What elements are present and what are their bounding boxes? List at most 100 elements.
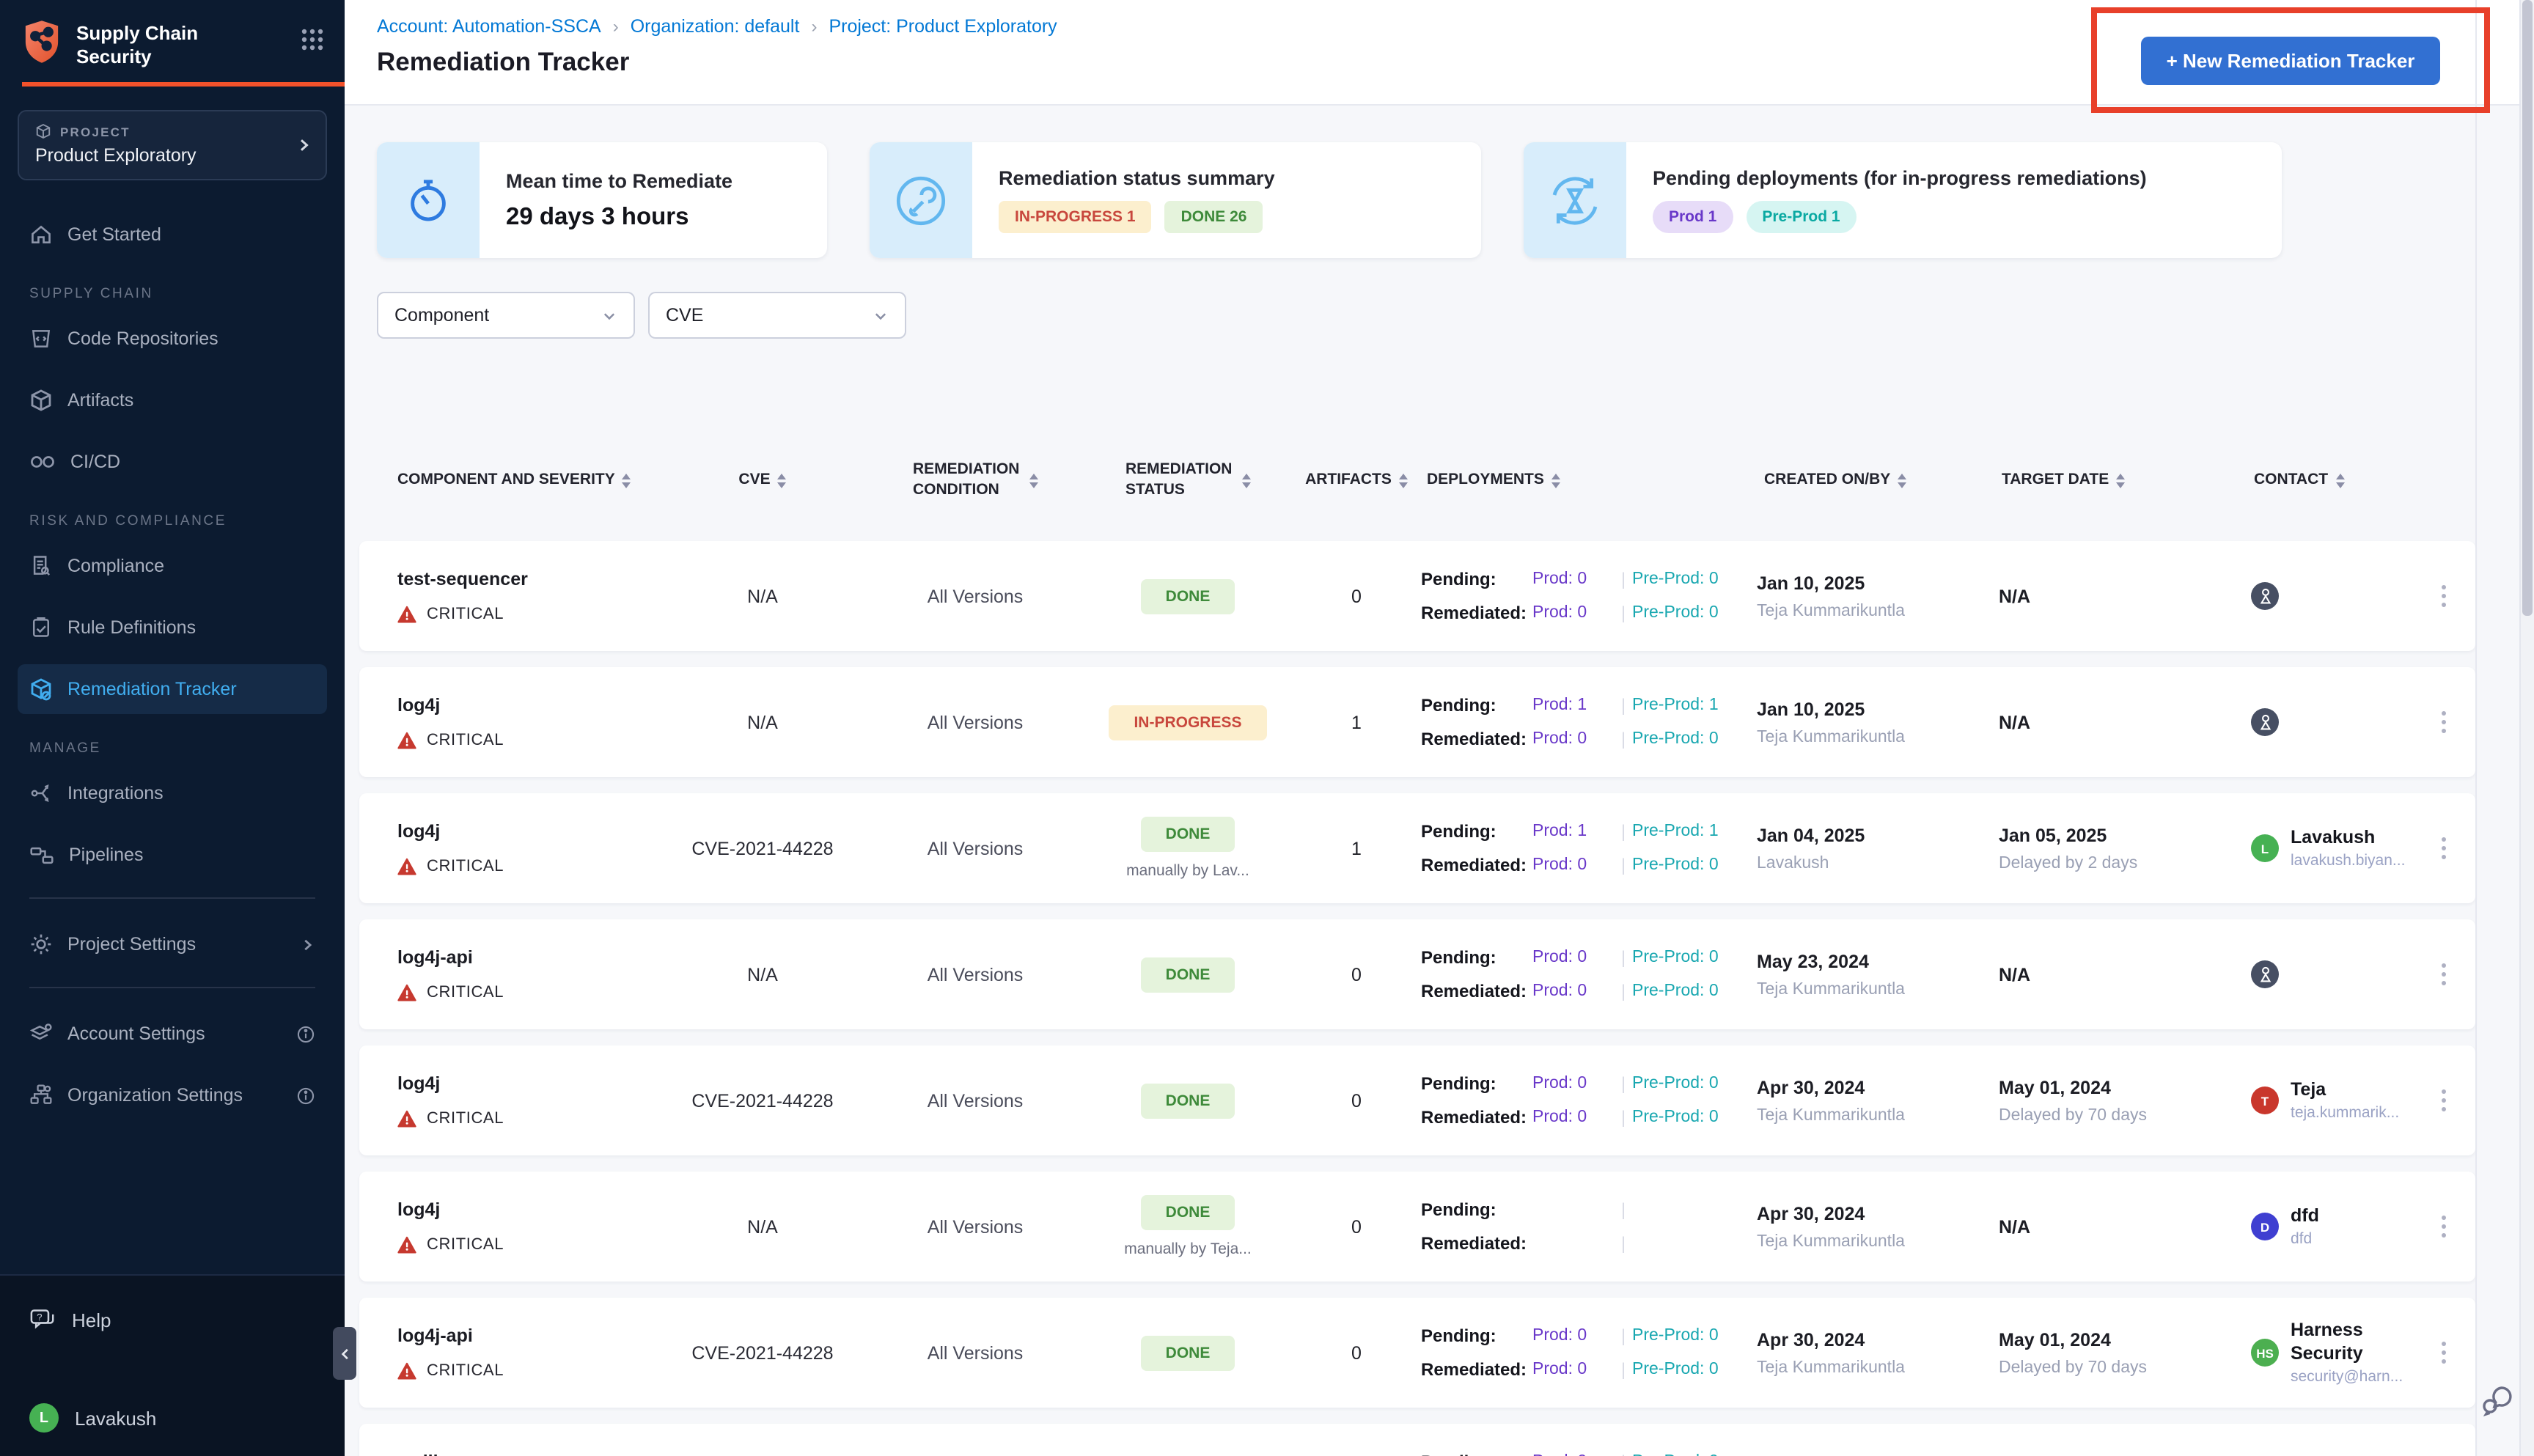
remediated-deployments: Remediated: Prod: 0 | Pre-Prod: 0	[1421, 1359, 1738, 1380]
created-date: Jan 04, 2025	[1757, 825, 1865, 845]
column-header-target-date[interactable]: TARGET DATE	[1987, 471, 2236, 490]
table-row[interactable]: xz-libs DONE Pending: Prod: 0 | Pre-Prod…	[359, 1424, 2475, 1456]
contact-cell	[2236, 960, 2412, 988]
chat-bubbles-icon[interactable]	[2480, 1383, 2515, 1418]
sidebar-item-project-settings[interactable]: Project Settings	[18, 919, 327, 969]
table-row[interactable]: log4j CRITICAL N/A All Versions DONE man…	[359, 1172, 2475, 1282]
sidebar-item-code-repositories[interactable]: Code Repositories	[18, 314, 327, 364]
sidebar-item-compliance[interactable]: Compliance	[18, 541, 327, 591]
artifacts-cell: 0	[1351, 1342, 1362, 1363]
component-name: test-sequencer	[397, 569, 528, 589]
preprod-count: Pre-Prod: 1	[1632, 823, 1719, 840]
table-row[interactable]: log4j-api CRITICAL N/A All Versions DONE…	[359, 919, 2475, 1029]
column-header-cve[interactable]: CVE	[653, 471, 873, 490]
contact-name: Lavakush	[2291, 826, 2376, 848]
chevron-down-icon	[873, 307, 889, 323]
remediation-condition-cell: All Versions	[927, 838, 1024, 858]
kebab-menu-icon[interactable]	[2436, 1206, 2453, 1248]
sidebar-item-rule-definitions[interactable]: Rule Definitions	[18, 603, 327, 652]
cube-icon	[35, 123, 51, 139]
preprod-count: Pre-Prod: 0	[1632, 1075, 1719, 1092]
severity: CRITICAL	[397, 732, 653, 749]
user-menu[interactable]: L Lavakush	[29, 1403, 315, 1433]
breadcrumb-project[interactable]: Project: Product Exploratory	[829, 16, 1057, 37]
sidebar-item-pipelines[interactable]: Pipelines	[18, 830, 327, 880]
remediation-condition-cell: All Versions	[927, 1090, 1024, 1111]
project-selector[interactable]: PROJECT Product Exploratory	[18, 110, 327, 181]
sidebar-item-remediation-tracker[interactable]: Remediation Tracker	[18, 664, 327, 715]
status-badge: IN-PROGRESS	[1109, 705, 1267, 740]
sidebar-item-cicd[interactable]: CI/CD	[18, 437, 327, 487]
deployments-cell: Pending: Prod: 1 | Pre-Prod: 1 Remediate…	[1415, 821, 1738, 875]
user-avatar: L	[29, 1403, 59, 1433]
kebab-menu-icon[interactable]	[2436, 576, 2453, 617]
column-header-artifacts[interactable]: ARTIFACTS	[1298, 471, 1415, 490]
kebab-menu-icon[interactable]	[2436, 1080, 2453, 1122]
kebab-menu-icon[interactable]	[2436, 954, 2453, 996]
person-avatar-icon	[2251, 708, 2279, 736]
deployments-cell: Pending: Prod: 0 | Pre-Prod: 0 Remediate…	[1415, 947, 1738, 1001]
table-row[interactable]: log4j-api CRITICAL CVE-2021-44228 All Ve…	[359, 1298, 2475, 1408]
status-note: manually by Lav...	[1126, 862, 1249, 880]
component-cell: log4j-api CRITICAL	[359, 947, 653, 1001]
column-header-created[interactable]: CREATED ON/BY	[1738, 471, 1987, 490]
prod-count: Prod: 0	[1532, 604, 1587, 622]
app-switcher-grid-icon[interactable]	[301, 19, 324, 51]
contact-avatar: T	[2251, 1087, 2279, 1114]
cve-filter-dropdown[interactable]: CVE	[648, 292, 906, 339]
new-remediation-tracker-button[interactable]: + New Remediation Tracker	[2141, 36, 2440, 84]
prod-count: Prod: 1	[1532, 823, 1587, 840]
remediation-condition-cell: All Versions	[927, 1216, 1024, 1237]
person-avatar-icon	[2251, 582, 2279, 610]
sidebar-item-artifacts[interactable]: Artifacts	[18, 375, 327, 425]
sidebar-item-get-started[interactable]: Get Started	[18, 210, 327, 260]
table-row[interactable]: test-sequencer CRITICAL N/A All Versions…	[359, 541, 2475, 651]
sidebar-item-integrations[interactable]: Integrations	[18, 768, 327, 818]
kebab-menu-icon[interactable]	[2436, 702, 2453, 743]
app-title: Supply Chain Security	[76, 22, 199, 67]
column-header-remediation-condition[interactable]: REMEDIATION CONDITION	[873, 461, 1078, 501]
home-icon	[29, 223, 53, 246]
table-row[interactable]: log4j CRITICAL CVE-2021-44228 All Versio…	[359, 793, 2475, 903]
sidebar-collapse-handle[interactable]	[333, 1327, 356, 1380]
column-header-contact[interactable]: CONTACT	[2236, 471, 2412, 490]
help-button[interactable]: ? Help	[29, 1308, 315, 1331]
scrollbar-thumb[interactable]	[2522, 0, 2533, 616]
component-cell: log4j CRITICAL	[359, 1199, 653, 1254]
sidebar-item-organization-settings[interactable]: Organization Settings	[18, 1070, 327, 1120]
annotation-highlight-box: + New Remediation Tracker	[2091, 7, 2490, 113]
cve-cell: CVE-2021-44228	[691, 1090, 834, 1111]
breadcrumb-account[interactable]: Account: Automation-SSCA	[377, 16, 601, 37]
prod-count: Prod: 0	[1532, 856, 1587, 874]
column-header-component[interactable]: COMPONENT AND SEVERITY	[359, 471, 653, 490]
table-row[interactable]: log4j CRITICAL CVE-2021-44228 All Versio…	[359, 1045, 2475, 1155]
column-header-remediation-status[interactable]: REMEDIATION STATUS	[1078, 461, 1298, 501]
help-chat-icon: ?	[29, 1308, 56, 1331]
contact-email: lavakush.biyan...	[2291, 852, 2406, 870]
vertical-scrollbar[interactable]	[2519, 0, 2534, 1456]
cve-cell: CVE-2021-44228	[691, 838, 834, 858]
column-header-deployments[interactable]: DEPLOYMENTS	[1415, 471, 1738, 490]
prod-count: Prod: 0	[1532, 570, 1587, 588]
critical-warning-icon	[397, 1236, 416, 1254]
infinity-icon	[29, 452, 56, 472]
table-row[interactable]: log4j CRITICAL N/A All Versions IN-PROGR…	[359, 667, 2475, 777]
artifacts-cell: 1	[1351, 712, 1362, 732]
sidebar-item-account-settings[interactable]: Account Settings	[18, 1009, 327, 1059]
deployments-cell: Pending: Prod: 0 | Pre-Prod: 0 Remediate…	[1415, 1073, 1738, 1128]
preprod-count: Pre-Prod: 0	[1632, 1453, 1738, 1456]
severity: CRITICAL	[397, 858, 653, 875]
contact-avatar: HS	[2251, 1339, 2279, 1367]
info-icon[interactable]	[296, 1024, 315, 1043]
component-filter-dropdown[interactable]: Component	[377, 292, 635, 339]
info-icon[interactable]	[296, 1086, 315, 1105]
sort-icon	[1241, 474, 1250, 488]
target-date: N/A	[1999, 586, 2031, 606]
kebab-menu-icon[interactable]	[2436, 828, 2453, 869]
breadcrumb-organization[interactable]: Organization: default	[631, 16, 800, 37]
sort-icon	[777, 473, 787, 488]
contact-info: dfd dfd	[2291, 1205, 2319, 1248]
critical-warning-icon	[397, 1362, 416, 1380]
kebab-menu-icon[interactable]	[2436, 1332, 2453, 1374]
contact-cell: HS Harness Security security@harn...	[2236, 1320, 2412, 1386]
